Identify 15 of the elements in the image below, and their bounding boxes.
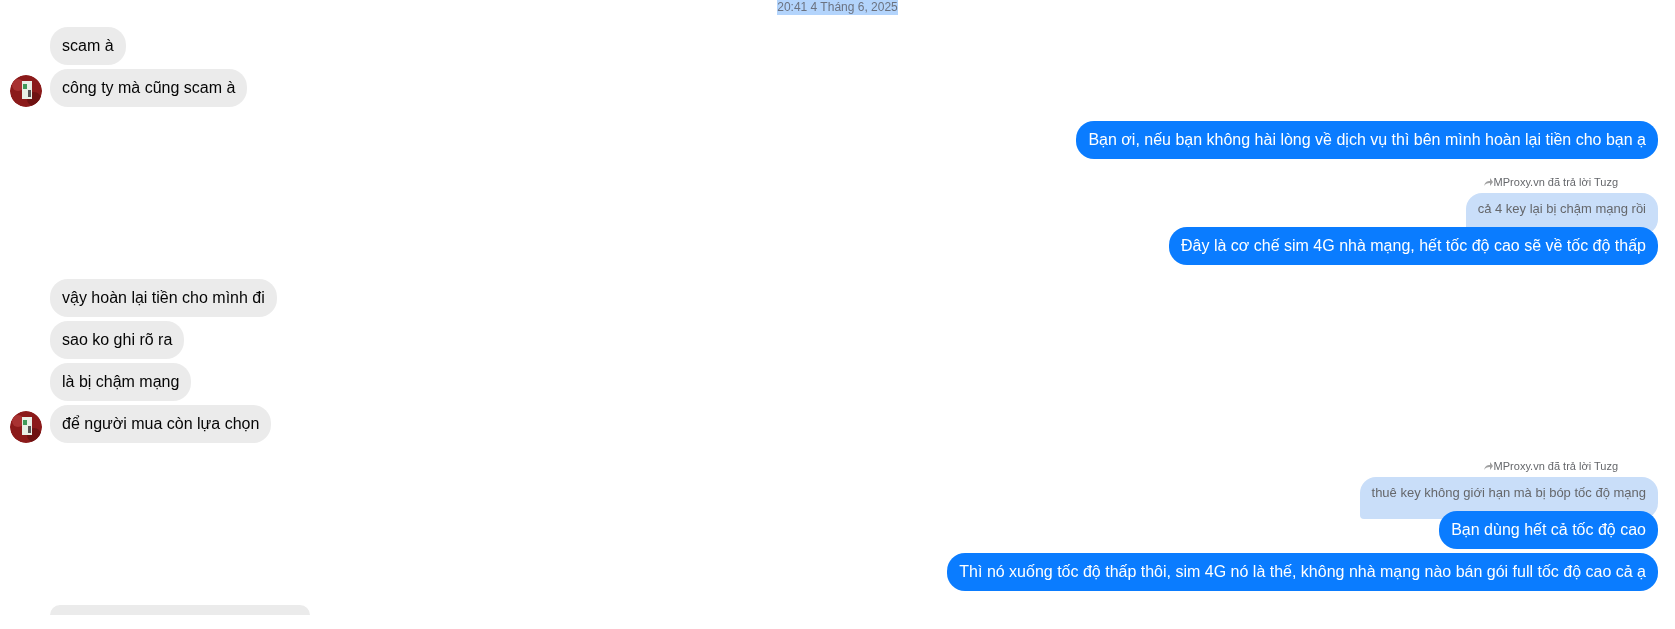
reply-arrow-icon — [1483, 462, 1493, 470]
reply-label: MProxy.vn đã trả lời Tuzg — [1493, 175, 1618, 189]
timestamp: 20:41 4 Tháng 6, 2025 — [777, 0, 898, 15]
message-bubble: vậy hoàn lại tiền cho mình đi — [50, 279, 277, 317]
reply-label: MProxy.vn đã trả lời Tuzg — [1493, 459, 1618, 473]
message-bubble: Đây là cơ chế sim 4G nhà mạng, hết tốc độ cao sẽ về tốc độ thấp — [1169, 227, 1658, 265]
message-bubble: Bạn ơi, nếu bạn không hài lòng về dịch vụ thì bên mình hoàn lại tiền cho bạn ạ — [1076, 121, 1658, 159]
message-bubble: để người mua còn lựa chọn — [50, 405, 272, 443]
reply-arrow-icon — [1483, 178, 1493, 186]
message-bubble: sao ko ghi rõ ra — [50, 321, 185, 359]
message-bubble: là bị chậm mạng — [50, 363, 192, 401]
message-bubble: công ty mà cũng scam à — [50, 69, 248, 107]
message-bubble: Bạn dùng hết cả tốc độ cao — [1439, 511, 1658, 549]
message-bubble: Thì nó xuống tốc độ thấp thôi, sim 4G nó là thế, không nhà mạng nào bán gói full tốc độ cao cả ạ — [947, 553, 1658, 591]
message-bubble: scam à — [50, 27, 126, 65]
